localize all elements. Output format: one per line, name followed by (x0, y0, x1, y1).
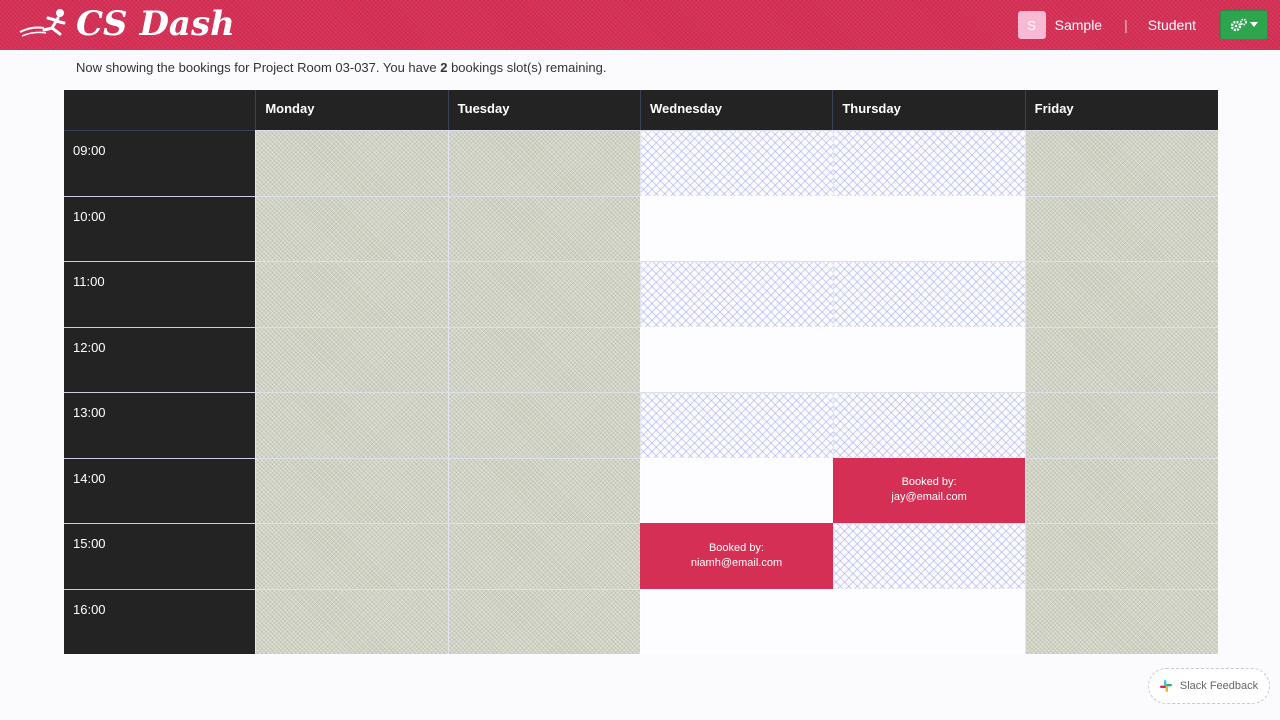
time-column: 09:00 10:00 11:00 12:00 13:00 14:00 15:0… (64, 130, 255, 654)
cogs-icon (1230, 18, 1247, 32)
time-label: 14:00 (64, 457, 255, 524)
avatar[interactable]: S (1017, 11, 1046, 39)
navbar: CS Dash S Sample | Student (0, 0, 1280, 50)
booked-slot: Booked by: jay@email.com (832, 457, 1026, 523)
slot-cell-unavailable (447, 457, 641, 523)
slot-cell-unavailable (447, 523, 641, 589)
slot-cell-unavailable (447, 326, 641, 392)
booking-info: Now showing the bookings for Project Roo… (76, 60, 606, 76)
slot-cell-unavailable (1025, 261, 1218, 327)
slot-cell-unavailable (255, 326, 448, 392)
slot-cell-free[interactable] (832, 326, 1026, 392)
slot-cell-hatched[interactable] (640, 261, 833, 327)
slot-cell-unavailable (1025, 588, 1218, 654)
slot-cell-free[interactable] (640, 195, 833, 261)
header-day: Wednesday (641, 90, 834, 130)
nav-separator: | (1124, 17, 1128, 33)
slot-cell-hatched[interactable] (832, 261, 1026, 327)
booked-by-email: niamh@email.com (690, 556, 783, 569)
slot-cell-unavailable (255, 523, 448, 589)
header-day: Tuesday (449, 90, 641, 130)
slot-cell-unavailable (255, 588, 448, 654)
slot-cell-unavailable (447, 261, 641, 327)
calendar-header: Monday Tuesday Wednesday Thursday Friday (64, 90, 1218, 130)
slot-cell-hatched[interactable] (832, 130, 1026, 196)
slot-cell-unavailable (255, 130, 448, 196)
time-label: 12:00 (64, 326, 255, 393)
slack-feedback-label: Slack Feedback (1179, 680, 1259, 692)
slot-cell-unavailable (1025, 392, 1218, 458)
slack-feedback-button[interactable]: Slack Feedback (1148, 668, 1270, 704)
time-label: 09:00 (64, 130, 255, 196)
slot-cell-hatched[interactable] (832, 392, 1026, 458)
booked-by-label: Booked by: (901, 476, 957, 489)
info-prefix: Now showing the bookings for Project Roo… (76, 60, 441, 75)
header-day: Monday (256, 90, 449, 130)
slot-cell-unavailable (1025, 195, 1218, 261)
slot-cell-unavailable (255, 392, 448, 458)
slot-cell-unavailable (1025, 457, 1218, 523)
slot-cell-unavailable (447, 588, 641, 654)
slot-cell-free[interactable] (640, 588, 833, 654)
user-name-link[interactable]: Sample (1055, 17, 1102, 33)
slot-cell-free[interactable] (640, 457, 833, 523)
slot-cell-free[interactable] (832, 195, 1026, 261)
booking-calendar: Monday Tuesday Wednesday Thursday Friday… (64, 90, 1218, 654)
header-corner (64, 90, 257, 130)
header-day: Friday (1034, 101, 1074, 116)
brand-name: CS Dash (76, 4, 235, 44)
slot-cell-unavailable (447, 130, 641, 196)
header-day: Thursday (833, 90, 1026, 130)
slot-cell-free[interactable] (832, 588, 1026, 654)
booked-slot: Booked by: niamh@email.com (640, 523, 833, 589)
slot-cell-hatched[interactable] (640, 392, 833, 458)
booked-by-email: jay@email.com (891, 491, 967, 504)
slot-cell-unavailable (255, 195, 448, 261)
time-label: 15:00 (64, 523, 255, 589)
booked-by-label: Booked by: (708, 541, 764, 554)
time-label: 16:00 (64, 588, 255, 655)
slot-cell-free[interactable] (640, 326, 833, 392)
slot-cell-unavailable (447, 392, 641, 458)
slot-cell-unavailable (1025, 130, 1218, 196)
settings-dropdown-button[interactable] (1220, 10, 1268, 40)
slot-cell-hatched[interactable] (832, 523, 1026, 589)
slot-grid: Booked by: jay@email.com Booked by: niamh@e… (255, 130, 1218, 654)
slack-icon (1159, 680, 1172, 692)
user-role-link[interactable]: Student (1148, 17, 1196, 33)
slot-cell-hatched[interactable] (640, 130, 833, 196)
user-nav: S Sample | Student (1017, 10, 1268, 40)
time-label: 10:00 (64, 195, 255, 262)
runner-icon (19, 9, 66, 37)
slot-cell-unavailable (255, 457, 448, 523)
slot-cell-unavailable (1025, 326, 1218, 392)
time-label: 13:00 (64, 392, 255, 458)
caret-down-icon (1250, 22, 1258, 27)
slot-cell-unavailable (1025, 523, 1218, 589)
time-label: 11:00 (64, 261, 255, 327)
info-suffix: bookings slot(s) remaining. (447, 60, 607, 75)
slot-cell-unavailable (255, 261, 448, 327)
brand-logo[interactable]: CS Dash (18, 4, 235, 44)
slot-cell-unavailable (447, 195, 641, 261)
